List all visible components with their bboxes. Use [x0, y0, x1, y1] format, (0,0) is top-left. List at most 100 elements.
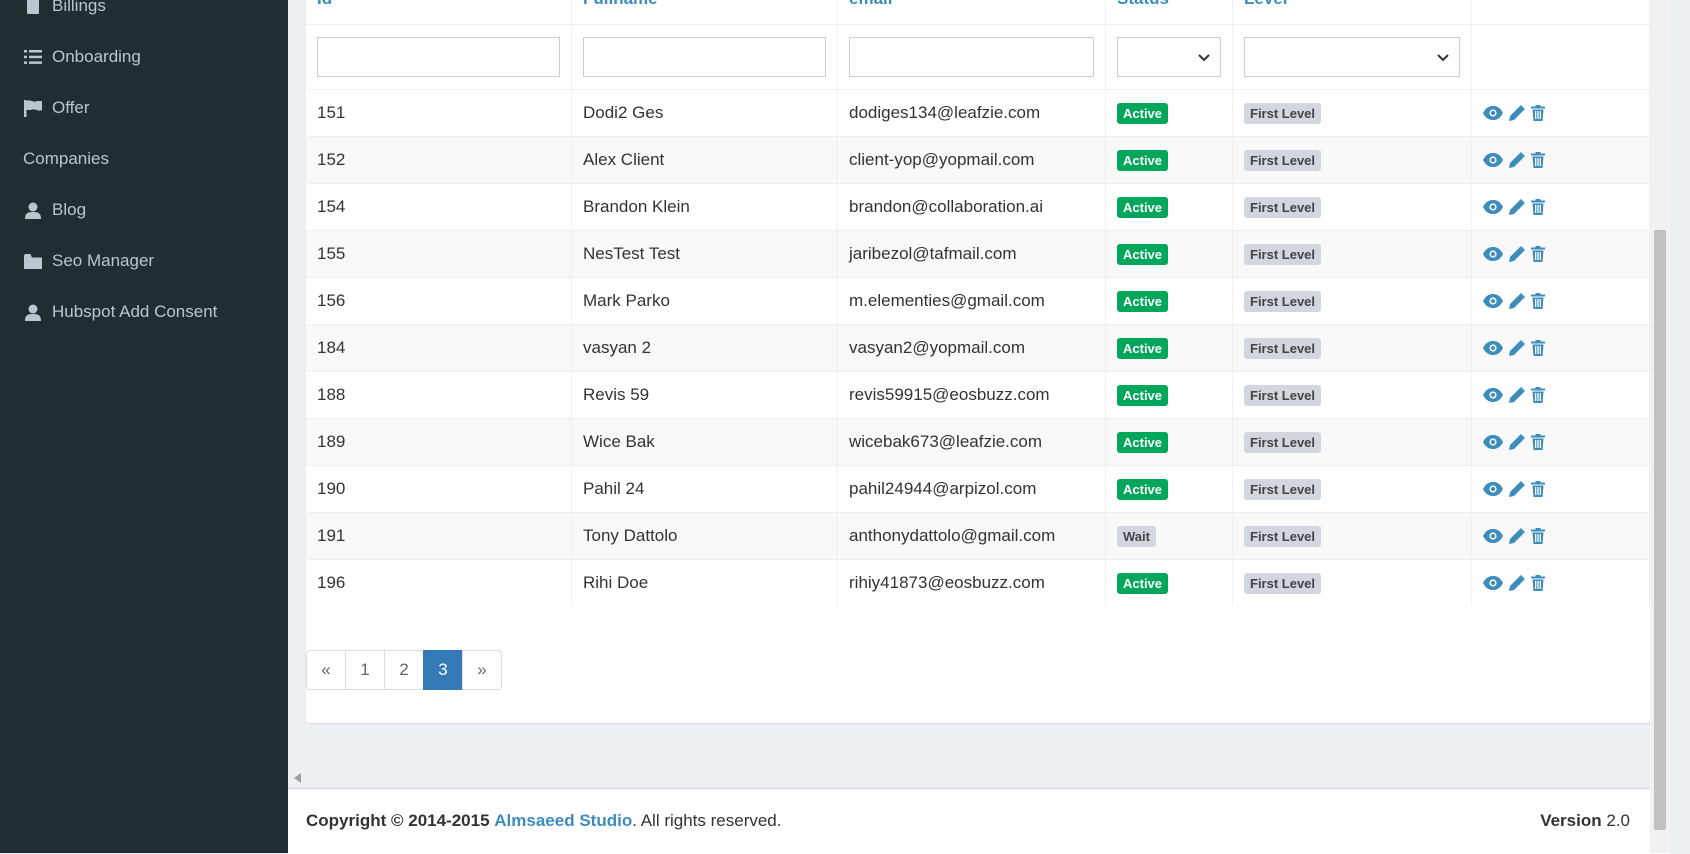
eye-icon[interactable] — [1483, 482, 1503, 496]
rights-text: . All rights reserved. — [632, 811, 782, 830]
pencil-icon[interactable] — [1509, 434, 1525, 450]
eye-icon[interactable] — [1483, 388, 1503, 402]
eye-icon[interactable] — [1483, 435, 1503, 449]
sidebar-item-hubspot-add-consent[interactable]: Hubspot Add Consent — [0, 292, 288, 332]
eye-icon[interactable] — [1483, 153, 1503, 167]
level-badge: First Level — [1244, 290, 1322, 312]
trash-icon[interactable] — [1531, 246, 1545, 262]
sidebar-item-label: Seo Manager — [52, 251, 155, 270]
id-filter-input[interactable] — [317, 37, 560, 77]
status-badge: Active — [1117, 384, 1169, 406]
status-filter-select[interactable] — [1117, 37, 1221, 77]
trash-icon[interactable] — [1531, 199, 1545, 215]
cell-fullname: Alex Client — [571, 136, 838, 184]
chevron-down-icon — [1198, 54, 1210, 62]
cell-email: wicebak673@leafzie.com — [837, 418, 1106, 466]
pencil-icon[interactable] — [1509, 340, 1525, 356]
row-actions — [1483, 105, 1638, 121]
sidebar-item-label: Hubspot Add Consent — [52, 302, 218, 321]
horizontal-scrollbar[interactable] — [288, 768, 1670, 788]
trash-icon[interactable] — [1531, 575, 1545, 591]
version-value: 2.0 — [1606, 811, 1630, 830]
table-row: 184 vasyan 2 vasyan2@yopmail.com Active Firs… — [306, 324, 1650, 372]
copyright: Copyright © 2014-2015 Almsaeed Studio. A… — [306, 811, 781, 831]
sidebar-item-onboarding[interactable]: Onboarding — [0, 37, 288, 77]
table-row: 190 Pahil 24 pahil24944@arpizol.com Active F… — [306, 465, 1650, 513]
column-header-id[interactable]: Id — [306, 0, 572, 25]
row-actions — [1483, 152, 1638, 168]
main-content: Id Fullname email Status Level 151Do — [288, 0, 1670, 854]
user-icon — [22, 201, 44, 219]
trash-icon[interactable] — [1531, 152, 1545, 168]
table-row: 156 Mark Parko m.elementies@gmail.com Activ… — [306, 277, 1650, 325]
scrollbar-thumb[interactable] — [1654, 230, 1666, 830]
pagination-next[interactable]: » — [462, 650, 502, 690]
column-header-status[interactable]: Status — [1105, 0, 1233, 25]
pencil-icon[interactable] — [1509, 293, 1525, 309]
column-header-actions — [1471, 0, 1650, 25]
cell-fullname: Pahil 24 — [571, 465, 838, 513]
level-badge: First Level — [1244, 243, 1322, 265]
trash-icon[interactable] — [1531, 293, 1545, 309]
trash-icon[interactable] — [1531, 387, 1545, 403]
sidebar: Billings Onboarding Offer Companies Blog… — [0, 0, 288, 853]
sidebar-item-billings[interactable]: Billings — [0, 0, 288, 26]
vertical-scrollbar[interactable] — [1650, 0, 1670, 853]
trash-icon[interactable] — [1531, 481, 1545, 497]
pagination-page-1[interactable]: 1 — [345, 650, 385, 690]
pagination-page-2[interactable]: 2 — [384, 650, 424, 690]
level-badge: First Level — [1244, 431, 1322, 453]
pagination-page-3[interactable]: 3 — [423, 650, 463, 690]
pencil-icon[interactable] — [1509, 246, 1525, 262]
sidebar-item-blog[interactable]: Blog — [0, 190, 288, 230]
pencil-icon[interactable] — [1509, 152, 1525, 168]
eye-icon[interactable] — [1483, 341, 1503, 355]
cell-fullname: vasyan 2 — [571, 324, 838, 372]
pencil-icon[interactable] — [1509, 105, 1525, 121]
flag-icon — [22, 99, 44, 117]
cell-id: 152 — [306, 136, 572, 184]
company-link[interactable]: Almsaeed Studio — [494, 811, 632, 830]
status-badge: Active — [1117, 149, 1169, 171]
fullname-filter-input[interactable] — [583, 37, 826, 77]
row-actions — [1483, 387, 1638, 403]
cell-fullname: Dodi2 Ges — [571, 89, 838, 137]
eye-icon[interactable] — [1483, 576, 1503, 590]
pencil-icon[interactable] — [1509, 387, 1525, 403]
status-badge: Active — [1117, 102, 1169, 124]
eye-icon[interactable] — [1483, 247, 1503, 261]
table-row: 189 Wice Bak wicebak673@leafzie.com Active F… — [306, 418, 1650, 466]
chevron-down-icon — [1437, 54, 1449, 62]
eye-icon[interactable] — [1483, 106, 1503, 120]
sidebar-item-seo-manager[interactable]: Seo Manager — [0, 241, 288, 281]
level-filter-select[interactable] — [1244, 37, 1460, 77]
column-header-fullname[interactable]: Fullname — [571, 0, 838, 25]
column-header-level[interactable]: Level — [1232, 0, 1472, 25]
cell-id: 189 — [306, 418, 572, 466]
eye-icon[interactable] — [1483, 529, 1503, 543]
row-actions — [1483, 340, 1638, 356]
status-badge: Active — [1117, 431, 1169, 453]
sidebar-item-companies[interactable]: Companies — [0, 139, 288, 179]
email-filter-input[interactable] — [849, 37, 1094, 77]
trash-icon[interactable] — [1531, 528, 1545, 544]
column-header-email[interactable]: email — [837, 0, 1106, 25]
folder-icon — [22, 252, 44, 270]
pencil-icon[interactable] — [1509, 575, 1525, 591]
level-badge: First Level — [1244, 149, 1322, 171]
eye-icon[interactable] — [1483, 294, 1503, 308]
sidebar-item-offer[interactable]: Offer — [0, 88, 288, 128]
pencil-icon[interactable] — [1509, 481, 1525, 497]
status-badge: Active — [1117, 572, 1169, 594]
eye-icon[interactable] — [1483, 200, 1503, 214]
level-badge: First Level — [1244, 384, 1322, 406]
cell-email: m.elementies@gmail.com — [837, 277, 1106, 325]
trash-icon[interactable] — [1531, 105, 1545, 121]
pencil-icon[interactable] — [1509, 199, 1525, 215]
trash-icon[interactable] — [1531, 340, 1545, 356]
scroll-left-icon[interactable] — [294, 773, 302, 783]
pagination-prev[interactable]: « — [306, 650, 346, 690]
pencil-icon[interactable] — [1509, 528, 1525, 544]
cell-id: 196 — [306, 559, 572, 606]
trash-icon[interactable] — [1531, 434, 1545, 450]
